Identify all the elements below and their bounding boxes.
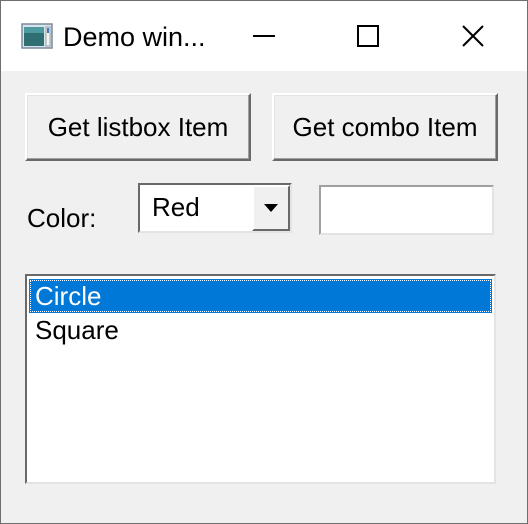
window-title: Demo win... xyxy=(63,22,206,52)
maximize-button[interactable] xyxy=(316,1,420,71)
color-combobox[interactable]: Red xyxy=(138,183,292,233)
minimize-button[interactable] xyxy=(212,1,316,71)
shape-listbox[interactable]: Circle Square xyxy=(25,274,496,484)
app-window-icon xyxy=(21,23,53,49)
color-combobox-dropdown-button[interactable] xyxy=(252,185,290,231)
result-text-field[interactable] xyxy=(319,185,494,235)
demo-window: Demo win... Get listbox Item Get combo I… xyxy=(0,0,528,524)
get-combo-item-button[interactable]: Get combo Item xyxy=(272,93,498,161)
title-bar[interactable]: Demo win... xyxy=(1,1,527,71)
color-label: Color: xyxy=(27,203,97,233)
list-item[interactable]: Square xyxy=(29,313,492,347)
color-combobox-value: Red xyxy=(152,192,200,222)
minimize-icon xyxy=(253,35,275,37)
maximize-icon xyxy=(357,25,379,47)
window-client-area: Get listbox Item Get combo Item Color: R… xyxy=(1,71,527,523)
chevron-down-icon xyxy=(264,204,278,212)
get-listbox-item-button[interactable]: Get listbox Item xyxy=(25,93,251,161)
list-item[interactable]: Circle xyxy=(29,279,492,313)
close-icon xyxy=(462,25,484,47)
close-button[interactable] xyxy=(421,1,525,71)
